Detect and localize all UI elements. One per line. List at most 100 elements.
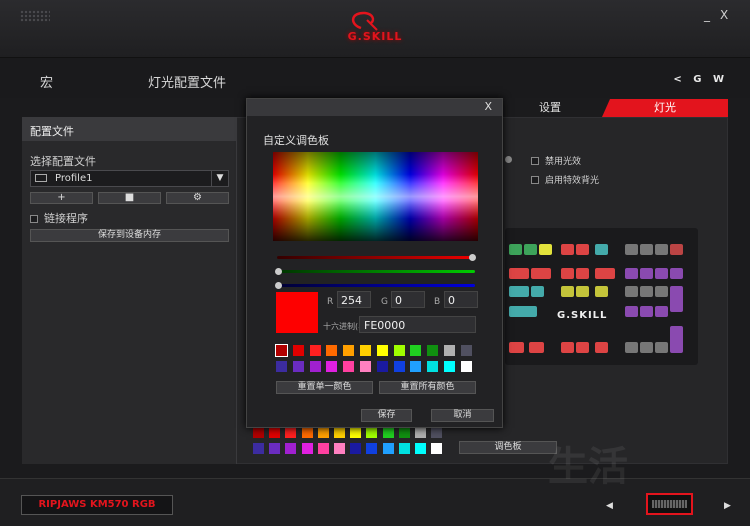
color-swatch[interactable] <box>444 345 455 356</box>
color-swatch[interactable] <box>366 443 378 454</box>
link-program-option[interactable]: 链接程序 <box>30 210 88 226</box>
palette-button[interactable]: 调色板 <box>459 441 557 454</box>
color-swatch[interactable] <box>360 361 371 372</box>
key[interactable] <box>539 244 552 255</box>
key[interactable] <box>670 244 683 255</box>
color-swatch[interactable] <box>285 427 297 438</box>
color-swatch[interactable] <box>410 345 422 356</box>
key[interactable] <box>576 342 589 353</box>
color-swatch[interactable] <box>427 345 439 356</box>
key[interactable] <box>655 342 668 353</box>
color-swatch[interactable] <box>309 345 321 356</box>
color-swatch[interactable] <box>460 361 472 372</box>
key[interactable] <box>640 268 653 279</box>
color-swatch[interactable] <box>398 443 410 454</box>
color-swatch[interactable] <box>326 361 338 372</box>
color-swatch[interactable] <box>326 345 338 356</box>
key[interactable] <box>509 268 529 279</box>
color-swatch[interactable] <box>382 443 394 454</box>
reset-single-color-button[interactable]: 重置单一颜色 <box>276 381 373 394</box>
color-swatch[interactable] <box>393 345 405 356</box>
tab-lighting[interactable]: 灯光 <box>602 99 728 117</box>
color-swatch[interactable] <box>334 443 345 454</box>
key[interactable] <box>561 268 574 279</box>
color-swatch[interactable] <box>460 345 472 356</box>
color-swatch[interactable] <box>317 443 329 454</box>
disable-effect-checkbox[interactable] <box>531 157 539 165</box>
b-input[interactable]: 0 <box>444 291 478 308</box>
key[interactable] <box>595 286 608 297</box>
key[interactable] <box>640 286 653 297</box>
key[interactable] <box>509 286 529 297</box>
color-swatch[interactable] <box>398 427 410 438</box>
profile-settings-button[interactable]: ⚙ <box>166 192 229 204</box>
color-spectrum[interactable] <box>273 152 478 241</box>
key[interactable] <box>640 306 653 317</box>
green-slider[interactable] <box>275 268 475 275</box>
key[interactable] <box>595 268 615 279</box>
save-button[interactable]: 保存 <box>361 409 412 422</box>
key[interactable] <box>595 342 608 353</box>
key[interactable] <box>576 244 589 255</box>
key[interactable] <box>640 244 653 255</box>
color-swatch[interactable] <box>376 345 388 356</box>
special-backlight-checkbox[interactable] <box>531 176 539 184</box>
key[interactable] <box>531 268 551 279</box>
key[interactable] <box>576 286 589 297</box>
color-swatch[interactable] <box>393 361 405 372</box>
green-slider-knob[interactable] <box>275 268 282 275</box>
key[interactable] <box>595 244 608 255</box>
link-program-checkbox[interactable] <box>30 215 38 223</box>
effect-radio[interactable] <box>505 156 512 163</box>
key[interactable] <box>561 342 574 353</box>
key[interactable] <box>531 286 544 297</box>
blue-slider[interactable] <box>275 282 475 289</box>
reset-all-colors-button[interactable]: 重置所有颜色 <box>379 381 476 394</box>
key[interactable] <box>655 268 668 279</box>
color-swatch[interactable] <box>343 361 355 372</box>
g-input[interactable]: 0 <box>391 291 425 308</box>
red-slider[interactable] <box>277 254 476 261</box>
key[interactable] <box>509 342 524 353</box>
color-swatch[interactable] <box>317 427 329 438</box>
key[interactable] <box>561 286 574 297</box>
color-swatch[interactable] <box>431 427 443 438</box>
minimize-button[interactable]: _ <box>704 8 710 22</box>
color-swatch[interactable] <box>376 361 388 372</box>
key[interactable] <box>524 244 537 255</box>
color-swatch[interactable] <box>431 443 443 454</box>
color-swatch[interactable] <box>415 443 426 454</box>
color-swatch[interactable] <box>410 361 422 372</box>
tab-settings[interactable]: 设置 <box>500 99 600 117</box>
color-swatch[interactable] <box>334 427 345 438</box>
share-gw-links[interactable]: < G W <box>673 74 728 85</box>
disable-effect-option[interactable]: 禁用光效 <box>531 154 581 167</box>
key[interactable] <box>625 342 638 353</box>
color-swatch[interactable] <box>415 427 426 438</box>
key[interactable] <box>640 342 653 353</box>
color-swatch[interactable] <box>292 361 304 372</box>
key[interactable] <box>655 306 668 317</box>
key[interactable] <box>670 326 683 353</box>
red-slider-knob[interactable] <box>469 254 476 261</box>
color-swatch[interactable] <box>343 345 355 356</box>
special-backlight-option[interactable]: 启用特效背光 <box>531 173 599 186</box>
prev-device-icon[interactable]: ◀ <box>606 501 613 511</box>
add-profile-button[interactable]: + <box>30 192 93 204</box>
key[interactable] <box>655 244 668 255</box>
save-to-device-button[interactable]: 保存到设备内存 <box>30 229 229 242</box>
device-thumbnail[interactable] <box>646 493 693 515</box>
delete-profile-button[interactable]: ■ <box>98 192 161 204</box>
nav-lighting-profile[interactable]: 灯光配置文件 <box>148 72 226 91</box>
blue-slider-knob[interactable] <box>275 282 282 289</box>
color-swatch[interactable] <box>301 427 313 438</box>
cancel-button[interactable]: 取消 <box>431 409 494 422</box>
profile-dropdown[interactable]: Profile1 ▼ <box>30 170 229 187</box>
color-swatch[interactable] <box>292 345 304 356</box>
color-swatch[interactable] <box>360 345 371 356</box>
color-swatch[interactable] <box>253 443 264 454</box>
key[interactable] <box>509 306 537 317</box>
color-swatch[interactable] <box>366 427 378 438</box>
color-swatch[interactable] <box>382 427 394 438</box>
color-swatch[interactable] <box>269 427 281 438</box>
